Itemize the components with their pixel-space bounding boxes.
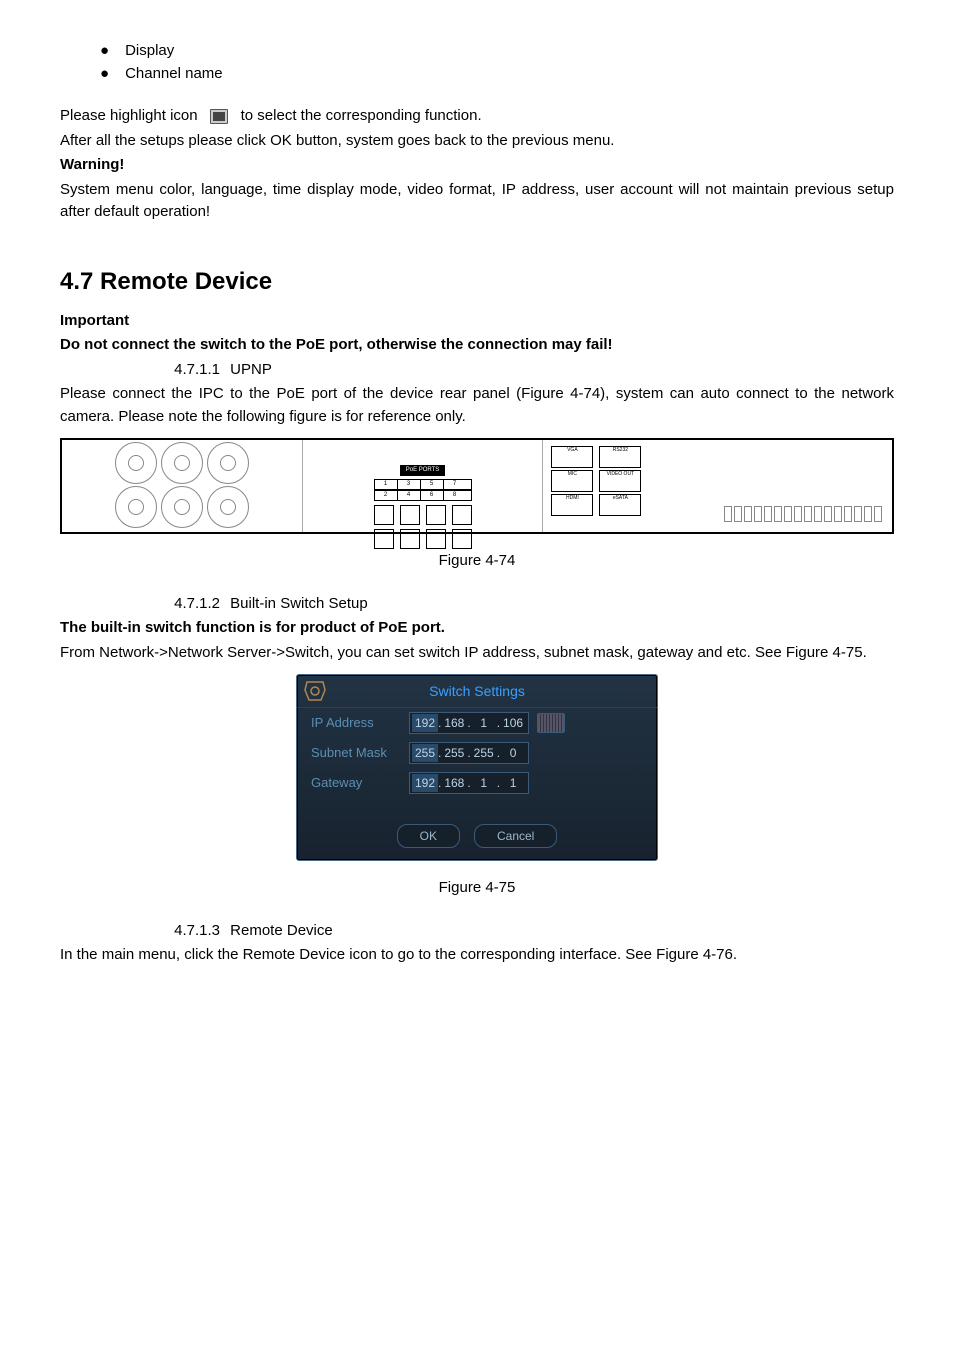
cancel-button[interactable]: Cancel: [474, 824, 557, 848]
bullet-item: Channel name: [100, 63, 894, 86]
dialog-button-row: OK Cancel: [297, 824, 657, 848]
paragraph: After all the setups please click OK but…: [60, 130, 894, 153]
ip-octet[interactable]: 1: [500, 774, 526, 792]
warning-heading: Warning!: [60, 154, 894, 177]
conn-esata: eSATA: [599, 494, 641, 516]
poe-num: 7: [444, 480, 466, 489]
panel-left: [62, 440, 303, 532]
label-subnet-mask: Subnet Mask: [311, 743, 409, 763]
conn-mic: MIC: [551, 470, 593, 492]
dialog-titlebar: Switch Settings: [297, 675, 657, 708]
subsection-title: UPNP: [230, 361, 272, 378]
subsection-number: 4.7.1.3: [60, 920, 220, 943]
figure-caption: Figure 4-74: [60, 550, 894, 573]
important-heading: Important: [60, 310, 894, 333]
conn-vga: VGA: [551, 446, 593, 468]
poe-label: PoE PORTS: [400, 465, 446, 476]
paragraph: System menu color, language, time displa…: [60, 179, 894, 224]
bullet-list: Display Channel name: [60, 40, 894, 85]
form-row-gateway: Gateway 192. 168. 1. 1: [297, 768, 657, 798]
poe-num: 4: [398, 491, 421, 500]
ip-octet[interactable]: 106: [500, 714, 526, 732]
checkbox-icon: [210, 109, 228, 124]
ip-octet[interactable]: 1: [471, 774, 497, 792]
bullet-item: Display: [100, 40, 894, 63]
ip-octet[interactable]: 255: [412, 744, 438, 762]
text: to select the corresponding function.: [241, 107, 482, 124]
label-gateway: Gateway: [311, 773, 409, 793]
subsection-title: Remote Device: [230, 922, 333, 939]
dialog-title: Switch Settings: [327, 681, 627, 702]
poe-num: 1: [375, 480, 398, 489]
rear-panel-figure: PoE PORTS 1 3 5 7 2 4 6 8 VGA: [60, 438, 894, 534]
poe-num: 2: [375, 491, 398, 500]
subsection-line: 4.7.1.1 UPNP: [60, 359, 894, 382]
subsection-line: 4.7.1.2 Built-in Switch Setup: [60, 593, 894, 616]
ip-octet[interactable]: 168: [441, 714, 467, 732]
poe-num: 5: [421, 480, 444, 489]
ip-octet[interactable]: 0: [500, 744, 526, 762]
ip-octet[interactable]: 1: [471, 714, 497, 732]
subnet-mask-input[interactable]: 255. 255. 255. 0: [409, 742, 529, 764]
ip-octet[interactable]: 255: [471, 744, 497, 762]
paragraph: In the main menu, click the Remote Devic…: [60, 944, 894, 967]
ip-octet[interactable]: 168: [441, 774, 467, 792]
important-text: Do not connect the switch to the PoE por…: [60, 334, 894, 357]
text: Please highlight icon: [60, 107, 198, 124]
conn-video-out: VIDEO OUT: [599, 470, 641, 492]
label-ip-address: IP Address: [311, 713, 409, 733]
paragraph: From Network->Network Server->Switch, yo…: [60, 642, 894, 665]
form-row-ip: IP Address 192. 168. 1. 106: [297, 708, 657, 738]
keyboard-icon[interactable]: [537, 713, 565, 733]
section-heading: 4.7 Remote Device: [60, 264, 894, 300]
poe-num: 3: [398, 480, 421, 489]
panel-mid: PoE PORTS 1 3 5 7 2 4 6 8: [303, 440, 544, 532]
dialog-logo-icon: [303, 680, 327, 702]
conn-rs232: RS232: [599, 446, 641, 468]
ip-octet[interactable]: 192: [412, 774, 438, 792]
paragraph: Please highlight icon to select the corr…: [60, 105, 894, 128]
subsection-number: 4.7.1.1: [60, 359, 220, 382]
paragraph: The built-in switch function is for prod…: [60, 617, 894, 640]
subsection-number: 4.7.1.2: [60, 593, 220, 616]
conn-hdmi: HDMI: [551, 494, 593, 516]
paragraph: Please connect the IPC to the PoE port o…: [60, 383, 894, 428]
ok-button[interactable]: OK: [397, 824, 460, 848]
ip-octet[interactable]: 255: [441, 744, 467, 762]
switch-settings-dialog: Switch Settings IP Address 192. 168. 1. …: [296, 674, 658, 861]
ip-octet[interactable]: 192: [412, 714, 438, 732]
poe-num: 8: [444, 491, 466, 500]
poe-num: 6: [421, 491, 444, 500]
panel-right: VGA MIC HDMI RS232 VIDEO OUT eSATA: [543, 440, 892, 532]
form-row-subnet: Subnet Mask 255. 255. 255. 0: [297, 738, 657, 768]
ip-address-input[interactable]: 192. 168. 1. 106: [409, 712, 529, 734]
subsection-title: Built-in Switch Setup: [230, 595, 368, 612]
figure-caption: Figure 4-75: [60, 877, 894, 900]
gateway-input[interactable]: 192. 168. 1. 1: [409, 772, 529, 794]
subsection-line: 4.7.1.3 Remote Device: [60, 920, 894, 943]
